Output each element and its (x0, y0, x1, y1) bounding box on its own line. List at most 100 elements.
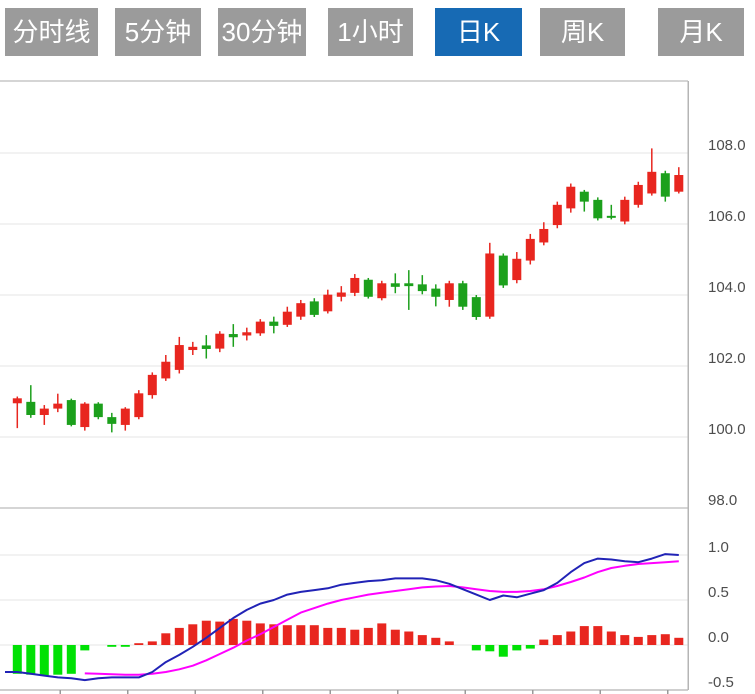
macd-histogram-bar (418, 635, 427, 645)
candle-body (634, 185, 643, 205)
candle-body (377, 283, 386, 298)
candle-body (269, 322, 278, 326)
candle-body (26, 402, 35, 415)
macd-histogram-bar (67, 645, 76, 674)
macd-histogram-bar (13, 645, 22, 674)
candle-body (67, 400, 76, 425)
macd-histogram-bar (526, 645, 535, 649)
macd-histogram-bar (485, 645, 494, 651)
price-axis-label: 106.0 (708, 208, 746, 225)
candle-body (40, 409, 49, 415)
candle-body (107, 417, 116, 424)
candle-body (566, 187, 575, 209)
candle-body (404, 283, 413, 286)
macd-histogram-bar (377, 623, 386, 645)
macd-histogram-bar (53, 645, 62, 675)
candle-body (215, 334, 224, 349)
macd-histogram-bar (175, 628, 184, 645)
candle-body (580, 192, 589, 202)
candle-body (229, 334, 238, 337)
candle-body (13, 398, 22, 403)
candle-body (512, 259, 521, 280)
candle-body (175, 345, 184, 370)
candle-body (256, 322, 265, 334)
macd-histogram-bar (499, 645, 508, 657)
price-axis-label: 100.0 (708, 421, 746, 438)
macd-histogram-bar (607, 632, 616, 646)
candle-body (674, 175, 683, 192)
candle-body (121, 409, 130, 425)
dif-line (5, 554, 679, 680)
indicator-axis-label: -0.5 (708, 674, 734, 691)
macd-histogram-bar (566, 632, 575, 646)
macd-histogram-bar (202, 621, 211, 645)
macd-histogram-bar (80, 645, 89, 650)
price-axis-label: 98.0 (708, 492, 737, 509)
macd-histogram-bar (620, 635, 629, 645)
candlestick-macd-chart: 108.0 106.0 104.0 102.0 100.0 98.0 1.0 0.5 0.0 -0… (0, 0, 755, 694)
indicator-axis-label: 0.5 (708, 584, 729, 601)
candle-body (202, 345, 211, 349)
macd-histogram-bar (188, 624, 197, 645)
candle-body (53, 404, 62, 409)
price-axis-label: 108.0 (708, 137, 746, 154)
macd-histogram-bar (431, 638, 440, 645)
candle-body (283, 312, 292, 325)
candle-body (310, 301, 319, 314)
candle-body (539, 229, 548, 242)
macd-histogram-bar (391, 630, 400, 645)
candle-body (458, 283, 467, 306)
candle-body (445, 283, 454, 300)
macd-histogram-bar (512, 645, 521, 650)
indicator-axis-label: 0.0 (708, 629, 729, 646)
candle-body (526, 239, 535, 261)
macd-histogram-bar (283, 625, 292, 645)
macd-histogram-bar (661, 634, 670, 645)
macd-histogram-bar (350, 630, 359, 645)
candle-body (391, 283, 400, 287)
macd-histogram-bar (107, 645, 116, 647)
candle-body (134, 393, 143, 417)
candle-body (607, 216, 616, 218)
macd-histogram-bar (121, 645, 130, 647)
candle-body (350, 278, 359, 293)
price-axis-label: 104.0 (708, 279, 746, 296)
candle-body (472, 297, 481, 317)
macd-histogram-bar (580, 626, 589, 645)
macd-histogram-bar (364, 628, 373, 645)
candle-body (499, 256, 508, 286)
candle-body (337, 293, 346, 297)
candle-body (364, 280, 373, 297)
candle-body (188, 347, 197, 350)
candle-body (647, 172, 656, 194)
macd-histogram-bar (323, 628, 332, 645)
macd-histogram-bar (296, 625, 305, 645)
macd-histogram-bar (539, 640, 548, 645)
candle-body (148, 375, 157, 395)
macd-histogram-bar (148, 641, 157, 645)
macd-histogram-bar (134, 643, 143, 645)
candle-body (620, 200, 629, 222)
candle-body (242, 332, 251, 335)
macd-histogram-bar (229, 619, 238, 645)
macd-histogram-bar (553, 635, 562, 645)
macd-histogram-bar (310, 625, 319, 645)
candle-body (80, 404, 89, 427)
candle-body (553, 205, 562, 225)
candle-body (418, 284, 427, 291)
candle-body (593, 200, 602, 218)
price-axis-label: 102.0 (708, 350, 746, 367)
macd-histogram-bar (404, 632, 413, 646)
candle-body (296, 303, 305, 316)
indicator-axis-label: 1.0 (708, 539, 729, 556)
macd-histogram-bar (40, 645, 49, 676)
candle-body (323, 295, 332, 312)
macd-histogram-bar (634, 637, 643, 645)
candle-body (431, 289, 440, 297)
macd-histogram-bar (161, 633, 170, 645)
candle-body (94, 404, 103, 417)
macd-histogram-bar (26, 645, 35, 675)
macd-histogram-bar (472, 645, 481, 650)
candle-body (661, 173, 670, 196)
candle-body (485, 253, 494, 316)
